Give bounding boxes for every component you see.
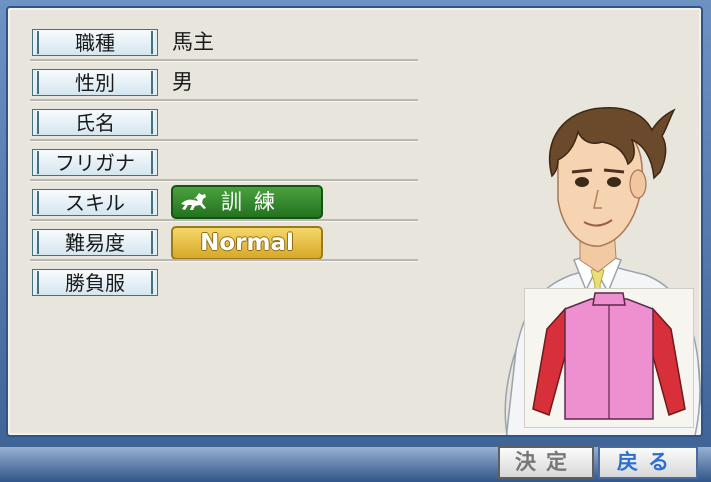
field-row-occupation: 職種 馬主: [30, 22, 418, 62]
field-label-box: 性別: [32, 69, 158, 96]
decide-button[interactable]: 決定: [498, 446, 594, 479]
difficulty-badge: Normal: [171, 226, 323, 260]
field-row-name: 氏名: [30, 102, 418, 142]
field-label: 難易度: [65, 231, 125, 255]
field-label-box: スキル: [32, 189, 158, 216]
skill-badge: 訓練: [171, 185, 323, 219]
field-row-gender: 性別 男: [30, 62, 418, 102]
field-label-box: フリガナ: [32, 149, 158, 176]
field-label: 勝負服: [65, 271, 125, 295]
field-label: スキル: [65, 191, 125, 215]
running-horse-icon: [181, 193, 206, 210]
field-label: 氏名: [75, 111, 115, 135]
skill-label: 訓練: [221, 190, 287, 214]
field-label-box: 職種: [32, 29, 158, 56]
field-label-box: 勝負服: [32, 269, 158, 296]
silks-jacket-icon: [532, 292, 686, 420]
field-row-difficulty: 難易度 Normal: [30, 222, 418, 262]
field-label: 職種: [75, 31, 115, 55]
silks-preview-card: [524, 288, 694, 428]
field-row-furigana: フリガナ: [30, 142, 418, 182]
field-label-box: 難易度: [32, 229, 158, 256]
field-value: 馬主: [172, 30, 214, 54]
back-button[interactable]: 戻る: [598, 446, 698, 479]
field-label: フリガナ: [55, 151, 135, 175]
field-row-silks: 勝負服: [30, 262, 418, 302]
field-row-skill: スキル 訓練: [30, 182, 418, 222]
profile-panel: 職種 馬主 性別 男 氏名 フリガナ スキル 訓練 難易度 Normal 勝負服: [6, 6, 703, 437]
field-label-box: 氏名: [32, 109, 158, 136]
field-value: 男: [172, 70, 193, 94]
field-label: 性別: [75, 71, 115, 95]
